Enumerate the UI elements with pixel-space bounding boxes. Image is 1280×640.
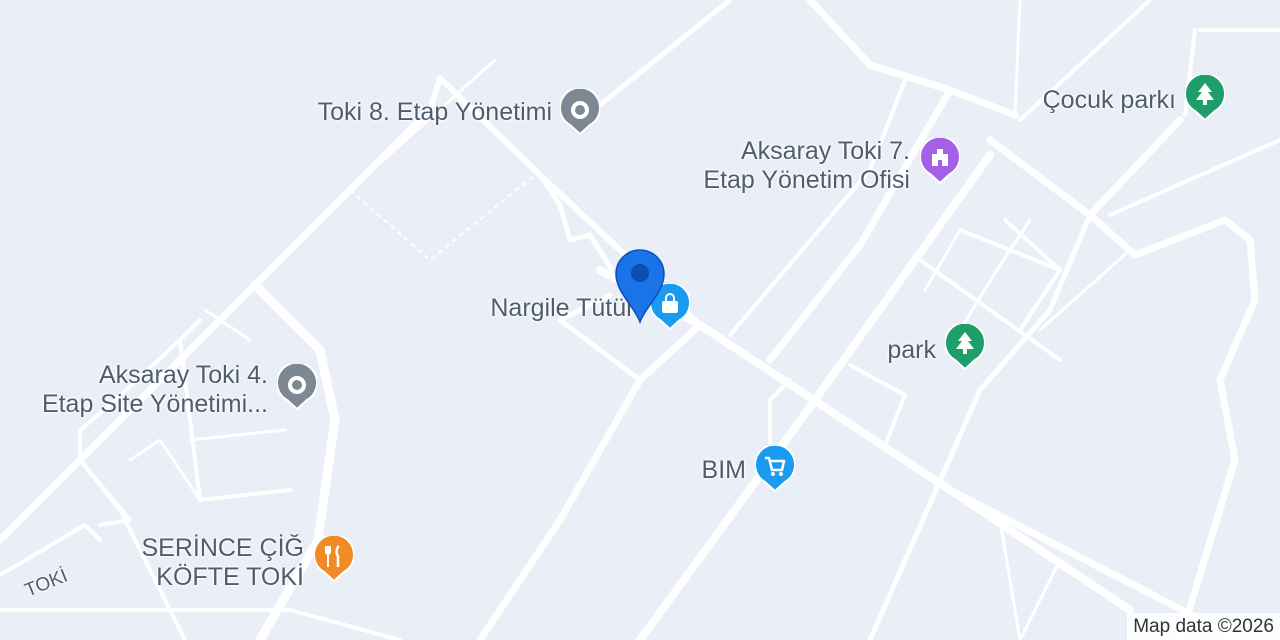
poi-label-serince[interactable]: SERİNCE ÇİĞ KÖFTE TOKİ bbox=[100, 534, 304, 592]
map-attribution: Map data ©2026 bbox=[1127, 613, 1280, 640]
poi-label-bim[interactable]: BIM bbox=[690, 456, 746, 485]
map-canvas[interactable]: Toki 8. Etap Yönetimi Aksaray Toki 7. Et… bbox=[0, 0, 1280, 640]
poi-marker-park[interactable] bbox=[945, 324, 985, 370]
poi-label-toki8[interactable]: Toki 8. Etap Yönetimi bbox=[260, 98, 552, 127]
tree-icon bbox=[945, 324, 985, 370]
poi-marker-toki8[interactable] bbox=[560, 89, 600, 135]
poi-label-toki4[interactable]: Aksaray Toki 4. Etap Site Yönetimi... bbox=[10, 361, 268, 419]
poi-label-toki7[interactable]: Aksaray Toki 7. Etap Yönetim Ofisi bbox=[660, 137, 910, 195]
fork-knife-icon bbox=[314, 536, 354, 582]
map-pin-icon bbox=[615, 249, 665, 325]
cart-icon bbox=[755, 446, 795, 492]
poi-marker-toki4[interactable] bbox=[277, 364, 317, 410]
building-icon bbox=[920, 138, 960, 184]
tree-icon bbox=[1185, 75, 1225, 121]
location-dot-icon bbox=[560, 89, 600, 135]
poi-marker-toki7[interactable] bbox=[920, 138, 960, 184]
poi-marker-serince[interactable] bbox=[314, 536, 354, 582]
location-dot-icon bbox=[277, 364, 317, 410]
poi-marker-bim[interactable] bbox=[755, 446, 795, 492]
selected-location-pin[interactable] bbox=[612, 246, 668, 329]
poi-label-park[interactable]: park bbox=[870, 336, 936, 365]
poi-marker-cocuk[interactable] bbox=[1185, 75, 1225, 121]
poi-label-cocuk[interactable]: Çocuk parkı bbox=[1010, 86, 1176, 115]
